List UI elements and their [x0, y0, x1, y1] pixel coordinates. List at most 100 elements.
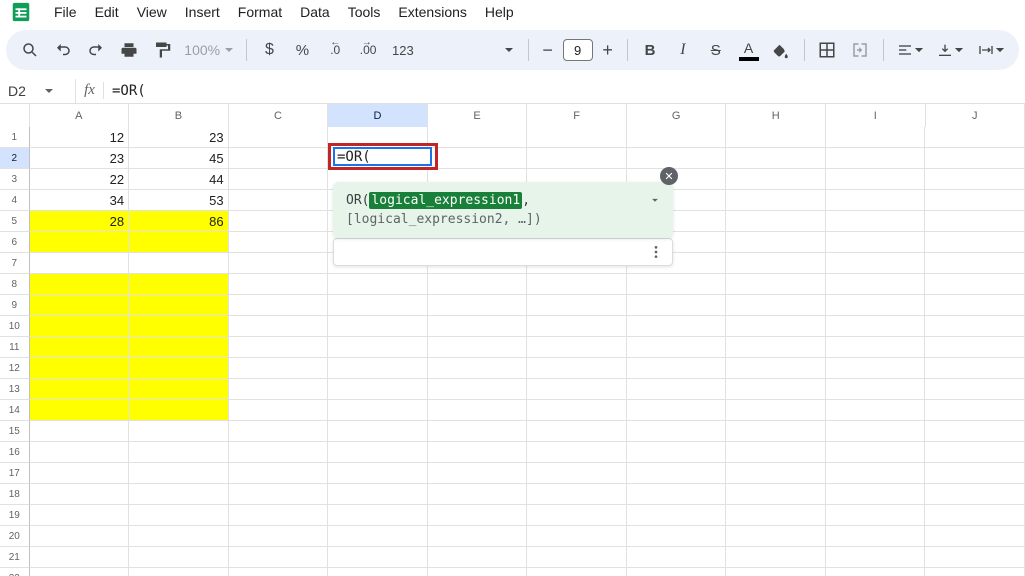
- col-header-h[interactable]: H: [726, 104, 826, 127]
- cell-e19[interactable]: [428, 505, 528, 526]
- cell-a3[interactable]: 22: [30, 169, 130, 190]
- cell-b6[interactable]: [129, 232, 229, 253]
- cell-e12[interactable]: [428, 358, 528, 379]
- col-header-c[interactable]: C: [229, 104, 329, 127]
- row-header-4[interactable]: 4: [0, 190, 30, 211]
- cell-e18[interactable]: [428, 484, 528, 505]
- cell-i22[interactable]: [826, 568, 926, 576]
- search-icon[interactable]: [16, 35, 45, 65]
- cell-a9[interactable]: [30, 295, 130, 316]
- cell-c13[interactable]: [229, 379, 329, 400]
- cell-h2[interactable]: [726, 148, 826, 169]
- cell-j11[interactable]: [925, 337, 1025, 358]
- h-align-button[interactable]: [892, 35, 929, 65]
- cell-i3[interactable]: [826, 169, 926, 190]
- cell-c10[interactable]: [229, 316, 329, 337]
- cell-c5[interactable]: [229, 211, 329, 232]
- cell-b13[interactable]: [129, 379, 229, 400]
- row-header-21[interactable]: 21: [0, 547, 30, 568]
- cell-b20[interactable]: [129, 526, 229, 547]
- row-header-16[interactable]: 16: [0, 442, 30, 463]
- cell-j2[interactable]: [925, 148, 1025, 169]
- cell-i16[interactable]: [826, 442, 926, 463]
- cell-g16[interactable]: [627, 442, 727, 463]
- cell-i12[interactable]: [826, 358, 926, 379]
- cell-c21[interactable]: [229, 547, 329, 568]
- helper-close-icon[interactable]: ✕: [660, 167, 678, 185]
- cell-f2[interactable]: [527, 148, 627, 169]
- menu-help[interactable]: Help: [477, 2, 522, 22]
- cell-e16[interactable]: [428, 442, 528, 463]
- cell-j16[interactable]: [925, 442, 1025, 463]
- cell-b17[interactable]: [129, 463, 229, 484]
- col-header-g[interactable]: G: [627, 104, 727, 127]
- cell-g22[interactable]: [627, 568, 727, 576]
- cell-b18[interactable]: [129, 484, 229, 505]
- cell-g12[interactable]: [627, 358, 727, 379]
- col-header-j[interactable]: J: [926, 104, 1025, 127]
- cell-b9[interactable]: [129, 295, 229, 316]
- cell-i13[interactable]: [826, 379, 926, 400]
- cell-h12[interactable]: [726, 358, 826, 379]
- cell-b14[interactable]: [129, 400, 229, 421]
- cell-d21[interactable]: [328, 547, 428, 568]
- cell-a19[interactable]: [30, 505, 130, 526]
- fill-color-button[interactable]: [767, 35, 796, 65]
- cell-d11[interactable]: [328, 337, 428, 358]
- cell-i7[interactable]: [826, 253, 926, 274]
- cell-e10[interactable]: [428, 316, 528, 337]
- row-header-20[interactable]: 20: [0, 526, 30, 547]
- cell-i19[interactable]: [826, 505, 926, 526]
- cell-g20[interactable]: [627, 526, 727, 547]
- cell-b7[interactable]: [129, 253, 229, 274]
- menu-tools[interactable]: Tools: [340, 2, 389, 22]
- cell-c6[interactable]: [229, 232, 329, 253]
- cell-i8[interactable]: [826, 274, 926, 295]
- cell-a21[interactable]: [30, 547, 130, 568]
- cell-e14[interactable]: [428, 400, 528, 421]
- cell-j6[interactable]: [925, 232, 1025, 253]
- cell-a13[interactable]: [30, 379, 130, 400]
- cell-f9[interactable]: [527, 295, 627, 316]
- wrap-button[interactable]: [973, 35, 1010, 65]
- cell-h15[interactable]: [726, 421, 826, 442]
- cell-a5[interactable]: 28: [30, 211, 130, 232]
- cell-a6[interactable]: [30, 232, 130, 253]
- row-header-12[interactable]: 12: [0, 358, 30, 379]
- cell-g9[interactable]: [627, 295, 727, 316]
- cell-g21[interactable]: [627, 547, 727, 568]
- cell-i10[interactable]: [826, 316, 926, 337]
- cell-h21[interactable]: [726, 547, 826, 568]
- cell-e8[interactable]: [428, 274, 528, 295]
- active-cell-d2[interactable]: =OR(: [333, 147, 432, 166]
- font-size-decrease[interactable]: −: [537, 39, 559, 61]
- cell-j8[interactable]: [925, 274, 1025, 295]
- cell-b12[interactable]: [129, 358, 229, 379]
- row-header-3[interactable]: 3: [0, 169, 30, 190]
- cell-c7[interactable]: [229, 253, 329, 274]
- cell-b22[interactable]: [129, 568, 229, 576]
- cell-f17[interactable]: [527, 463, 627, 484]
- cell-h22[interactable]: [726, 568, 826, 576]
- cell-d20[interactable]: [328, 526, 428, 547]
- cell-h4[interactable]: [726, 190, 826, 211]
- cell-c22[interactable]: [229, 568, 329, 576]
- row-header-6[interactable]: 6: [0, 232, 30, 253]
- row-header-13[interactable]: 13: [0, 379, 30, 400]
- cell-d10[interactable]: [328, 316, 428, 337]
- print-icon[interactable]: [115, 35, 144, 65]
- cell-h17[interactable]: [726, 463, 826, 484]
- cell-d18[interactable]: [328, 484, 428, 505]
- cell-j21[interactable]: [925, 547, 1025, 568]
- cell-h16[interactable]: [726, 442, 826, 463]
- number-format-button[interactable]: 123: [387, 35, 420, 65]
- cell-e1[interactable]: [428, 127, 528, 148]
- cell-h6[interactable]: [726, 232, 826, 253]
- cell-a15[interactable]: [30, 421, 130, 442]
- merge-button[interactable]: [846, 35, 875, 65]
- name-box[interactable]: D2: [0, 79, 76, 103]
- cell-c9[interactable]: [229, 295, 329, 316]
- cell-f16[interactable]: [527, 442, 627, 463]
- col-header-d[interactable]: D: [328, 104, 428, 127]
- cell-g14[interactable]: [627, 400, 727, 421]
